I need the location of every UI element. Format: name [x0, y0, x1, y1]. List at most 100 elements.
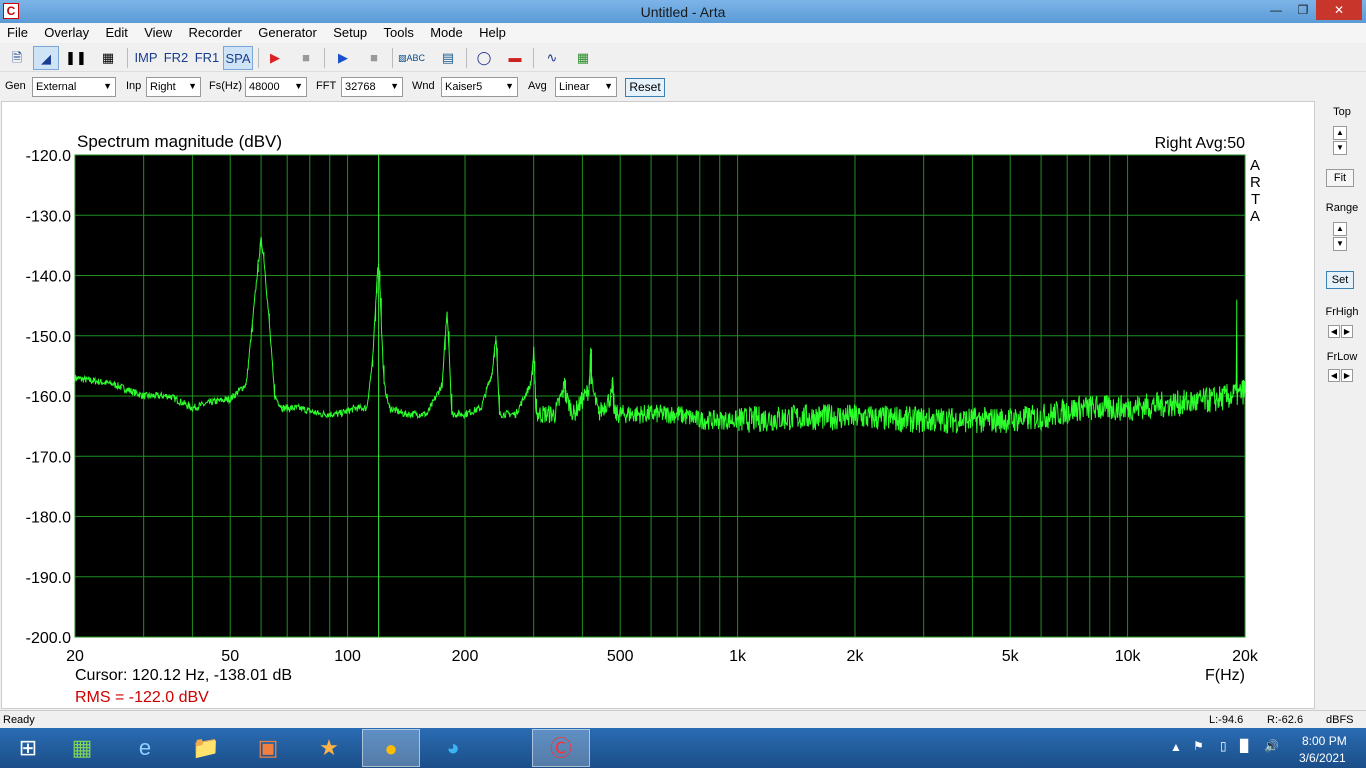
- top-down-icon[interactable]: ▼: [1333, 141, 1347, 155]
- options-bar: Gen External ▼ Inp Right ▼ Fs(Hz) 48000 ▼ F…: [0, 75, 1366, 99]
- frlow-left-icon[interactable]: ◀: [1328, 369, 1340, 382]
- x-tick-label: 50: [221, 648, 239, 665]
- windows-start-icon[interactable]: ⊞: [0, 729, 56, 767]
- wnd-label: Wnd: [412, 80, 435, 92]
- open-file-icon[interactable]: ◢: [33, 46, 59, 70]
- fs-select[interactable]: 48000 ▼: [245, 77, 307, 97]
- restore-icon[interactable]: ❐: [1292, 0, 1314, 20]
- y-axis-ticks: -120.0 -130.0 -140.0 -150.0 -160.0 -170.0 -180…: [26, 148, 71, 647]
- x-tick-label: 2k: [847, 648, 865, 665]
- fft-select[interactable]: 32768 ▼: [341, 77, 403, 97]
- generator-stop-icon[interactable]: ■: [363, 46, 385, 70]
- edge-icon[interactable]: ◕: [425, 729, 481, 767]
- range-down-icon[interactable]: ▼: [1333, 237, 1347, 251]
- frlow-label: FrLow: [1326, 351, 1358, 363]
- avg-select[interactable]: Linear ▼: [555, 77, 617, 97]
- minimize-icon[interactable]: —: [1266, 0, 1286, 20]
- spa-mode-button[interactable]: SPA: [223, 46, 253, 70]
- table-icon[interactable]: ▦: [96, 46, 120, 70]
- arta-letter: A: [1250, 208, 1260, 225]
- file-explorer-icon[interactable]: 📁: [178, 729, 234, 767]
- hatch-icon[interactable]: ▤: [436, 46, 460, 70]
- probe-icon[interactable]: ◯—: [472, 46, 496, 89]
- scope-icon[interactable]: ▦: [571, 46, 595, 70]
- menu-recorder[interactable]: Recorder: [181, 23, 247, 40]
- right-level: R:-62.6: [1267, 714, 1304, 726]
- x-tick-label: 20: [66, 648, 84, 665]
- pause-icon[interactable]: ❚❚: [64, 46, 88, 70]
- store-icon[interactable]: ▦: [54, 729, 110, 767]
- meter-icon[interactable]: ▬: [503, 46, 527, 70]
- toolbar-separator: [466, 48, 467, 68]
- fit-button[interactable]: Fit: [1326, 169, 1354, 187]
- frlow-right-icon[interactable]: ▶: [1341, 369, 1353, 382]
- menu-setup[interactable]: Setup: [326, 23, 373, 40]
- fft-label: FFT: [316, 80, 337, 92]
- toolbar-separator: [324, 48, 325, 68]
- record-play-icon[interactable]: ▶: [264, 46, 286, 70]
- app-icon[interactable]: ▣: [240, 729, 296, 767]
- internet-explorer-icon[interactable]: e: [117, 729, 173, 767]
- x-tick-label: 100: [334, 648, 361, 665]
- toolbar-separator: [392, 48, 393, 68]
- arta-letter: A: [1250, 157, 1260, 174]
- menu-help[interactable]: Help: [472, 23, 512, 40]
- inp-select[interactable]: Right ▼: [146, 77, 201, 97]
- abc-icon[interactable]: ▧ABC: [398, 46, 425, 70]
- x-axis-ticks: 20 50 100 200 500 1k 2k 5k 10k 20k: [66, 648, 1259, 665]
- menu-view[interactable]: View: [137, 23, 178, 40]
- range-up-icon[interactable]: ▲: [1333, 222, 1347, 236]
- fr2-mode-button[interactable]: FR2: [162, 46, 190, 70]
- status-text: Ready: [3, 714, 35, 726]
- signal-icon[interactable]: ▉: [1240, 739, 1249, 753]
- arta-watermark: A R T A: [1250, 157, 1261, 225]
- menu-overlay[interactable]: Overlay: [37, 23, 95, 40]
- inp-label: Inp: [126, 80, 142, 92]
- frhigh-right-icon[interactable]: ▶: [1341, 325, 1353, 338]
- top-label: Top: [1333, 106, 1351, 118]
- record-stop-icon[interactable]: ■: [295, 46, 317, 70]
- clock-time[interactable]: 8:00 PM: [1302, 734, 1347, 748]
- gen-select[interactable]: External ▼: [32, 77, 116, 97]
- chart-title: Spectrum magnitude (dBV): [77, 132, 282, 151]
- top-up-icon[interactable]: ▲: [1333, 126, 1347, 140]
- menu-generator[interactable]: Generator: [251, 23, 323, 40]
- right-panel: Top Range FrHigh FrLow: [1318, 101, 1366, 709]
- fr1-mode-button[interactable]: FR1: [193, 46, 221, 70]
- frhigh-left-icon[interactable]: ◀: [1328, 325, 1340, 338]
- range-label: Range: [1325, 202, 1359, 214]
- set-button[interactable]: Set: [1326, 271, 1354, 289]
- sine-wave-icon[interactable]: ∿: [540, 46, 564, 70]
- wnd-value: Kaiser5: [445, 81, 483, 93]
- app-icon[interactable]: ★: [301, 729, 357, 767]
- menu-tools[interactable]: Tools: [377, 23, 420, 40]
- y-tick-label: -180.0: [26, 510, 71, 527]
- spectrum-chart[interactable]: Spectrum magnitude (dBV) Right Avg:50 A …: [2, 102, 1314, 708]
- imp-mode-button[interactable]: IMP: [132, 46, 160, 70]
- tray-chevron-icon[interactable]: ▲: [1170, 740, 1182, 754]
- flag-icon[interactable]: ⚑: [1193, 739, 1204, 753]
- level-units: dBFS: [1326, 714, 1354, 726]
- arta-taskbar-icon[interactable]: Ⓒ: [532, 729, 590, 767]
- status-bar: Ready L:-94.6 R:-62.6 dBFS: [0, 710, 1366, 728]
- new-file-icon[interactable]: 🗎: [6, 46, 28, 70]
- menu-bar: File Overlay Edit View Recorder Generato…: [0, 23, 1366, 43]
- y-tick-label: -120.0: [26, 148, 71, 165]
- generator-play-icon[interactable]: ▶: [332, 46, 354, 70]
- menu-mode[interactable]: Mode: [423, 23, 469, 40]
- volume-icon[interactable]: 🔊: [1264, 739, 1279, 753]
- gen-label: Gen: [5, 80, 26, 92]
- y-tick-label: -140.0: [26, 269, 71, 286]
- battery-icon[interactable]: ▯: [1220, 739, 1227, 753]
- reset-button[interactable]: Reset: [625, 78, 665, 97]
- menu-edit[interactable]: Edit: [98, 23, 133, 40]
- close-icon[interactable]: ✕: [1316, 0, 1362, 20]
- wnd-select[interactable]: Kaiser5 ▼: [441, 77, 518, 97]
- clock-date[interactable]: 3/6/2021: [1299, 751, 1346, 765]
- x-tick-label: 20k: [1232, 648, 1259, 665]
- arta-letter: R: [1250, 174, 1261, 191]
- left-level: L:-94.6: [1209, 714, 1244, 726]
- x-tick-label: 500: [607, 648, 634, 665]
- chrome-icon[interactable]: ●: [362, 729, 420, 767]
- menu-file[interactable]: File: [0, 23, 34, 40]
